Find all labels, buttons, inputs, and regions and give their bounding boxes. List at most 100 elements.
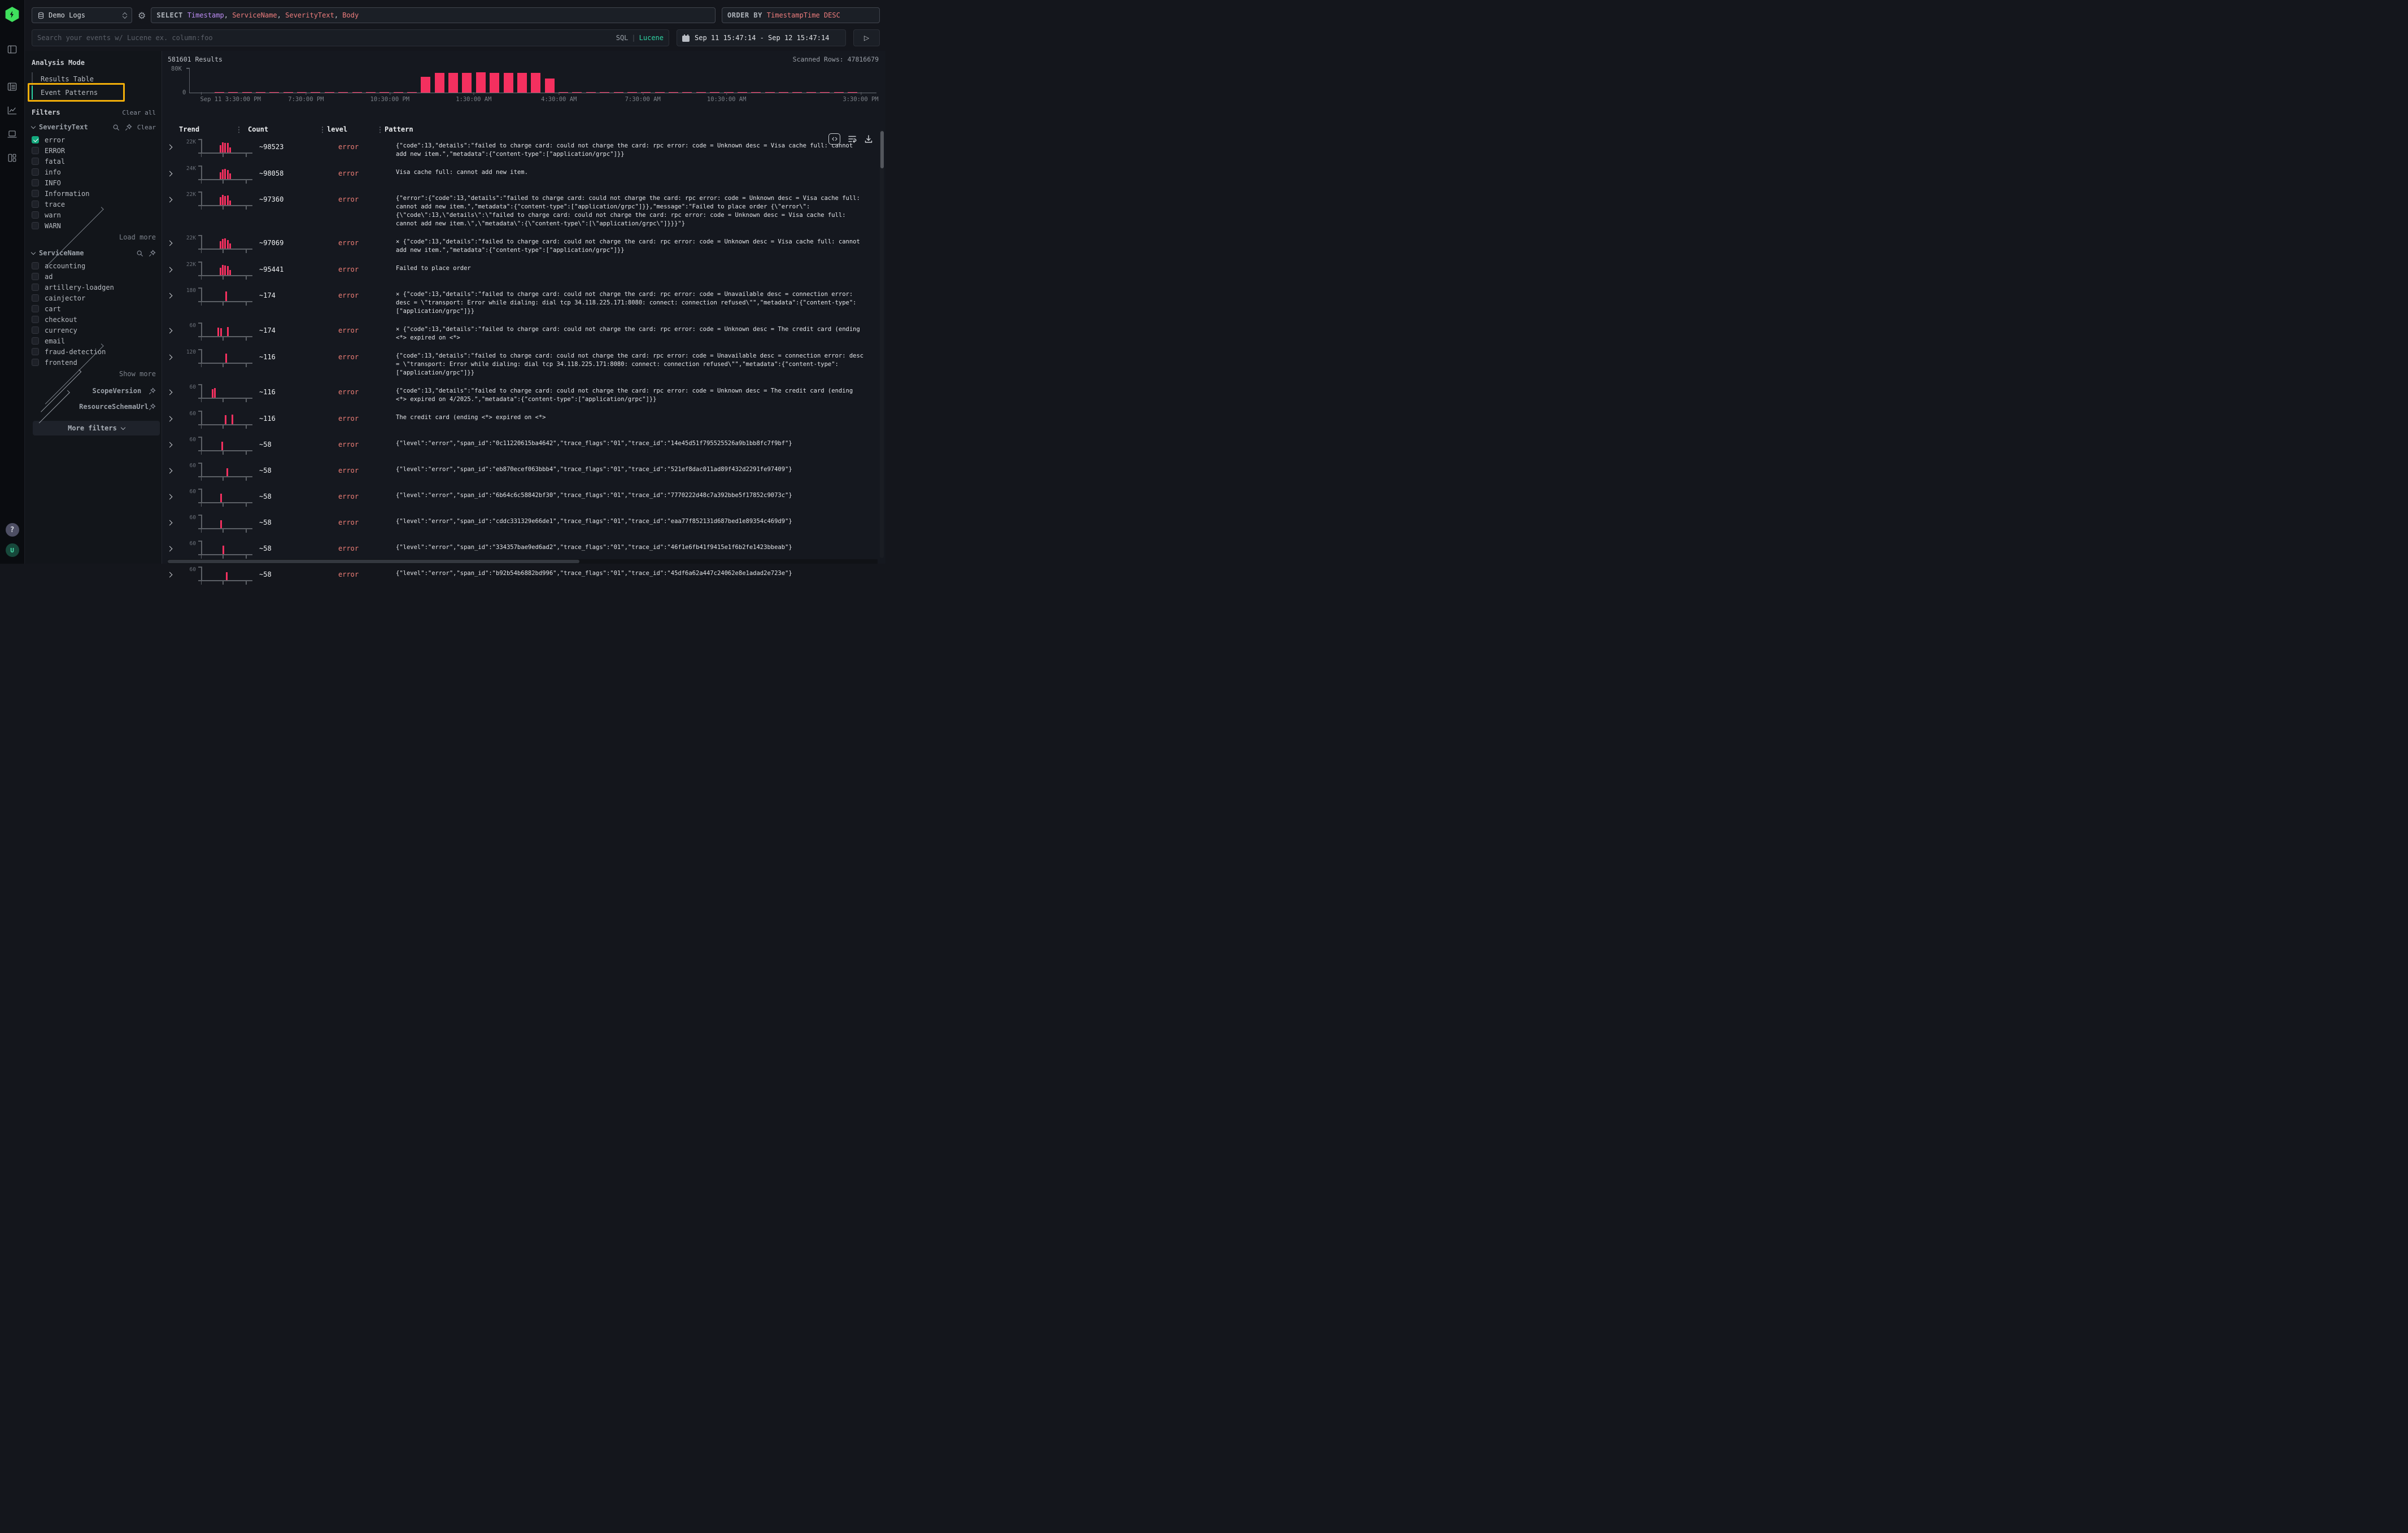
checkbox[interactable]	[32, 359, 39, 366]
order-by-input[interactable]: ORDER BY TimestampTime DESC	[722, 7, 880, 23]
pattern-cell[interactable]: {"level":"error","span_id":"cddc331329e6…	[396, 514, 879, 526]
date-range-picker[interactable]: Sep 11 15:47:14 - Sep 12 15:47:14	[677, 29, 846, 46]
filter-option-warn[interactable]: WARN	[32, 220, 156, 231]
histogram-bar-small[interactable]	[269, 92, 279, 93]
pattern-cell[interactable]: Visa cache full: cannot add new item.	[396, 165, 879, 177]
filter-option-cart[interactable]: cart	[32, 303, 156, 314]
filter-option-currency[interactable]: currency	[32, 325, 156, 336]
histogram-bar-small[interactable]	[696, 92, 706, 93]
clear-all-filters-link[interactable]: Clear all	[122, 109, 156, 116]
analysis-mode-results-table[interactable]: Results Table	[32, 72, 156, 86]
pin-icon[interactable]	[149, 403, 156, 411]
pattern-cell[interactable]: × {"code":13,"details":"failed to charge…	[396, 287, 879, 316]
row-expander[interactable]	[168, 566, 179, 578]
histogram-bar-small[interactable]	[325, 92, 334, 93]
pattern-row[interactable]: 60~58error{"level":"error","span_id":"cd…	[168, 511, 879, 537]
filter-group-header-servicename[interactable]: ServiceName	[32, 249, 156, 257]
pattern-cell[interactable]: {"level":"error","span_id":"b92b54b6882b…	[396, 566, 879, 578]
filter-group-more-link[interactable]: Show more	[32, 368, 156, 379]
pattern-row[interactable]: 180~174error× {"code":13,"details":"fail…	[168, 284, 879, 319]
user-avatar[interactable]: U	[6, 543, 19, 557]
histogram-bar-small[interactable]	[655, 92, 665, 93]
pin-icon[interactable]	[125, 124, 132, 131]
histogram-bar[interactable]	[545, 79, 555, 93]
histogram-bar-small[interactable]	[242, 92, 252, 93]
row-expander[interactable]	[168, 165, 179, 177]
filter-group-more-link[interactable]: Load more	[32, 231, 156, 242]
filter-option-info[interactable]: INFO	[32, 177, 156, 188]
histogram-bar-small[interactable]	[834, 92, 844, 93]
histogram-bar[interactable]	[517, 73, 527, 93]
row-expander[interactable]	[168, 488, 179, 500]
histogram-bar-small[interactable]	[586, 92, 596, 93]
pattern-row[interactable]: 60~116errorThe credit card (ending <*> e…	[168, 407, 879, 433]
filter-option-error[interactable]: error	[32, 134, 156, 145]
filter-option-error[interactable]: ERROR	[32, 145, 156, 156]
histogram-bar-small[interactable]	[407, 92, 417, 93]
dashboards-icon[interactable]	[7, 152, 18, 163]
filter-group-header-severitytext[interactable]: SeverityTextClear	[32, 123, 156, 131]
histogram-bar[interactable]	[448, 73, 458, 93]
checkbox[interactable]	[32, 158, 39, 165]
checkbox[interactable]	[32, 190, 39, 197]
pattern-cell[interactable]: {"level":"error","span_id":"eb870ecef063…	[396, 462, 879, 474]
row-expander[interactable]	[168, 138, 179, 151]
horizontal-scrollbar-thumb[interactable]	[168, 560, 579, 563]
column-resize-handle[interactable]	[319, 126, 327, 133]
results-histogram[interactable]: 80K 0 Sep 11 3:30:00 PM7:30:00 PM10:30:0…	[168, 67, 879, 111]
mode-lucene-option[interactable]: Lucene	[639, 34, 664, 42]
checkbox[interactable]	[32, 179, 39, 186]
column-resize-handle[interactable]	[377, 126, 385, 133]
checkbox[interactable]	[32, 222, 39, 229]
histogram-bar-small[interactable]	[848, 92, 857, 93]
filter-option-artillery-loadgen[interactable]: artillery-loadgen	[32, 282, 156, 293]
pattern-row[interactable]: 120~116error{"code":13,"details":"failed…	[168, 346, 879, 381]
histogram-bar-small[interactable]	[710, 92, 719, 93]
horizontal-scrollbar[interactable]	[168, 559, 878, 564]
pattern-cell[interactable]: {"level":"error","span_id":"334357bae9ed…	[396, 540, 879, 552]
checkbox[interactable]	[32, 147, 39, 154]
histogram-bar-small[interactable]	[228, 92, 238, 93]
filter-option-checkout[interactable]: checkout	[32, 314, 156, 325]
column-header-pattern[interactable]: Pattern	[385, 125, 879, 133]
checkbox[interactable]	[32, 201, 39, 208]
checkbox[interactable]	[32, 262, 39, 269]
histogram-bar[interactable]	[435, 73, 444, 93]
histogram-bar-small[interactable]	[779, 92, 788, 93]
vertical-scrollbar-thumb[interactable]	[880, 131, 884, 168]
filter-option-fatal[interactable]: fatal	[32, 156, 156, 167]
histogram-bar-small[interactable]	[394, 92, 403, 93]
filter-option-cainjector[interactable]: cainjector	[32, 293, 156, 303]
filter-option-info[interactable]: info	[32, 167, 156, 177]
pattern-row[interactable]: 60~58error{"level":"error","span_id":"b9…	[168, 563, 879, 589]
pattern-row[interactable]: 60~116error{"code":13,"details":"failed …	[168, 381, 879, 407]
pattern-cell[interactable]: × {"code":13,"details":"failed to charge…	[396, 322, 879, 342]
pattern-cell[interactable]: {"level":"error","span_id":"6b64c6c58842…	[396, 488, 879, 500]
pattern-row[interactable]: 22K~95441errorFailed to place order	[168, 258, 879, 284]
histogram-bar-small[interactable]	[297, 92, 307, 93]
histogram-bar[interactable]	[490, 73, 499, 93]
histogram-bar-small[interactable]	[283, 92, 293, 93]
filter-option-frontend[interactable]: frontend	[32, 357, 156, 368]
pattern-row[interactable]: 22K~97069error× {"code":13,"details":"fa…	[168, 232, 879, 258]
run-query-button[interactable]: ▷	[853, 29, 880, 46]
row-expander[interactable]	[168, 234, 179, 247]
pattern-cell[interactable]: {"level":"error","span_id":"0c11220615ba…	[396, 436, 879, 448]
sessions-monitor-icon[interactable]	[7, 128, 18, 140]
histogram-bar-small[interactable]	[366, 92, 376, 93]
checkbox[interactable]	[32, 305, 39, 312]
row-expander[interactable]	[168, 540, 179, 552]
checkbox[interactable]	[32, 273, 39, 280]
filter-group-clear-link[interactable]: Clear	[137, 124, 156, 131]
histogram-bar-small[interactable]	[724, 92, 734, 93]
pattern-row[interactable]: 60~58error{"level":"error","span_id":"eb…	[168, 459, 879, 485]
histogram-bar-small[interactable]	[379, 92, 389, 93]
histogram-bar-small[interactable]	[352, 92, 362, 93]
pattern-cell[interactable]: The credit card (ending <*> expired on <…	[396, 410, 879, 422]
pattern-cell[interactable]: {"error":{"code":13,"details":"failed to…	[396, 191, 879, 228]
search-icon[interactable]	[112, 124, 120, 131]
histogram-bar-small[interactable]	[215, 92, 224, 93]
row-expander[interactable]	[168, 410, 179, 423]
checkbox[interactable]	[32, 337, 39, 345]
checkbox[interactable]	[32, 211, 39, 219]
